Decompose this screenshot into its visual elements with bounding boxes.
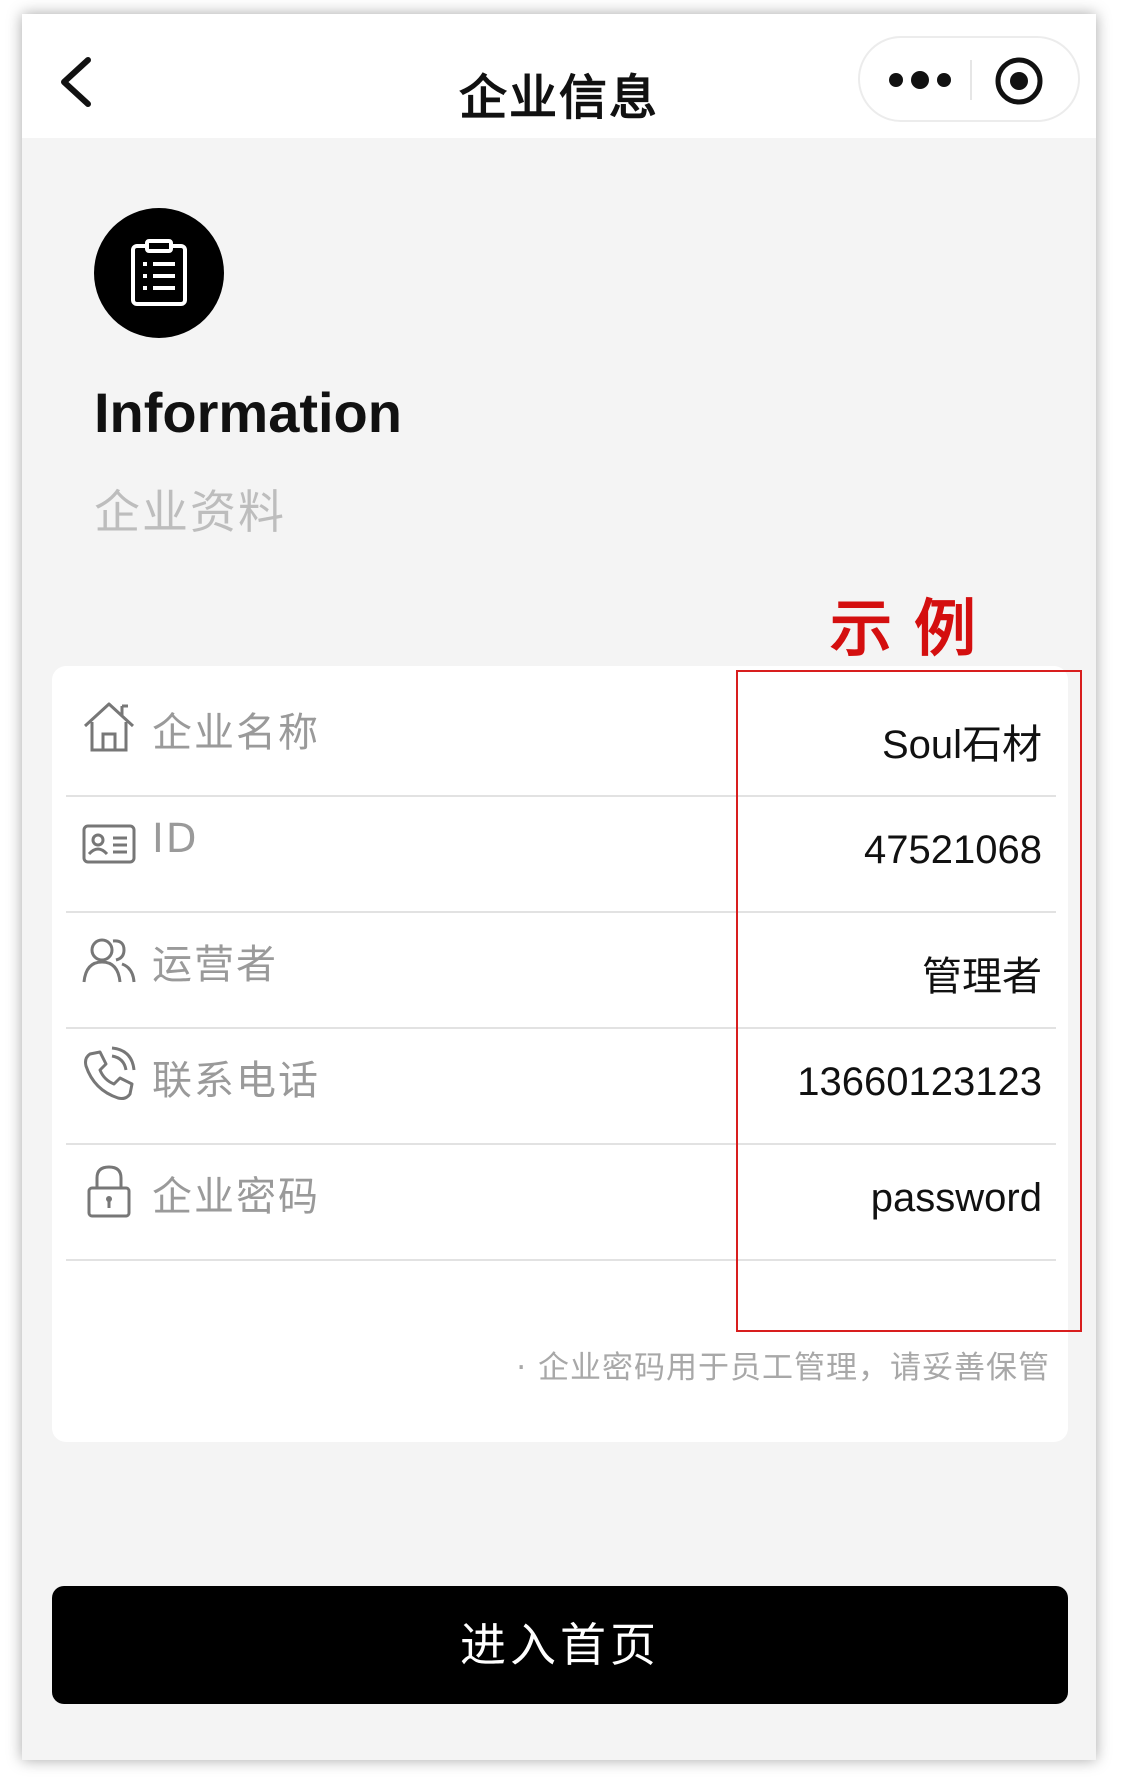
avatar bbox=[94, 208, 224, 338]
enter-home-button[interactable]: 进入首页 bbox=[52, 1586, 1068, 1704]
more-button[interactable] bbox=[880, 58, 960, 102]
capsule-divider bbox=[970, 60, 972, 100]
content-area: Information 企业资料 示例 企业名称 Soul石材 ID 47521… bbox=[22, 138, 1096, 1760]
nav-bar: 企业信息 bbox=[22, 14, 1096, 138]
field-row-password: 企业密码 password bbox=[66, 1130, 1056, 1261]
password-hint: · 企业密码用于员工管理，请妥善保管 bbox=[516, 1350, 1050, 1386]
field-value: 13660123123 bbox=[797, 1060, 1042, 1104]
field-row-id: ID 47521068 bbox=[66, 782, 1056, 913]
users-icon bbox=[82, 938, 136, 983]
more-dots-icon bbox=[889, 71, 951, 89]
field-value: 47521068 bbox=[864, 828, 1042, 872]
info-card: 企业名称 Soul石材 ID 47521068 运营者 管理者 联系电话 136… bbox=[52, 666, 1068, 1442]
id-card-icon bbox=[82, 824, 136, 864]
home-icon bbox=[83, 702, 135, 752]
field-label: 企业名称 bbox=[152, 710, 320, 756]
field-label: 企业密码 bbox=[152, 1174, 320, 1220]
field-label: ID bbox=[152, 816, 199, 862]
field-value: password bbox=[870, 1176, 1042, 1220]
field-value: Soul石材 bbox=[881, 723, 1042, 767]
app-frame: 企业信息 Information 企业资料 示例 企业名称 Soul石材 ID … bbox=[22, 14, 1096, 1760]
section-title: Information bbox=[94, 381, 402, 444]
field-row-company-name: 企业名称 Soul石材 bbox=[66, 666, 1056, 797]
field-row-phone: 联系电话 13660123123 bbox=[66, 1014, 1056, 1145]
field-label: 联系电话 bbox=[152, 1058, 320, 1104]
mini-program-capsule bbox=[858, 36, 1080, 122]
field-value: 管理者 bbox=[922, 955, 1042, 999]
close-button[interactable] bbox=[992, 54, 1046, 108]
field-label: 运营者 bbox=[152, 942, 278, 988]
lock-icon bbox=[87, 1165, 131, 1218]
target-close-icon bbox=[995, 57, 1043, 105]
field-row-operator: 运营者 管理者 bbox=[66, 898, 1056, 1029]
section-subtitle: 企业资料 bbox=[94, 485, 286, 539]
clipboard-icon bbox=[131, 239, 187, 306]
example-annotation: 示例 bbox=[830, 592, 999, 665]
phone-icon bbox=[84, 1046, 136, 1100]
